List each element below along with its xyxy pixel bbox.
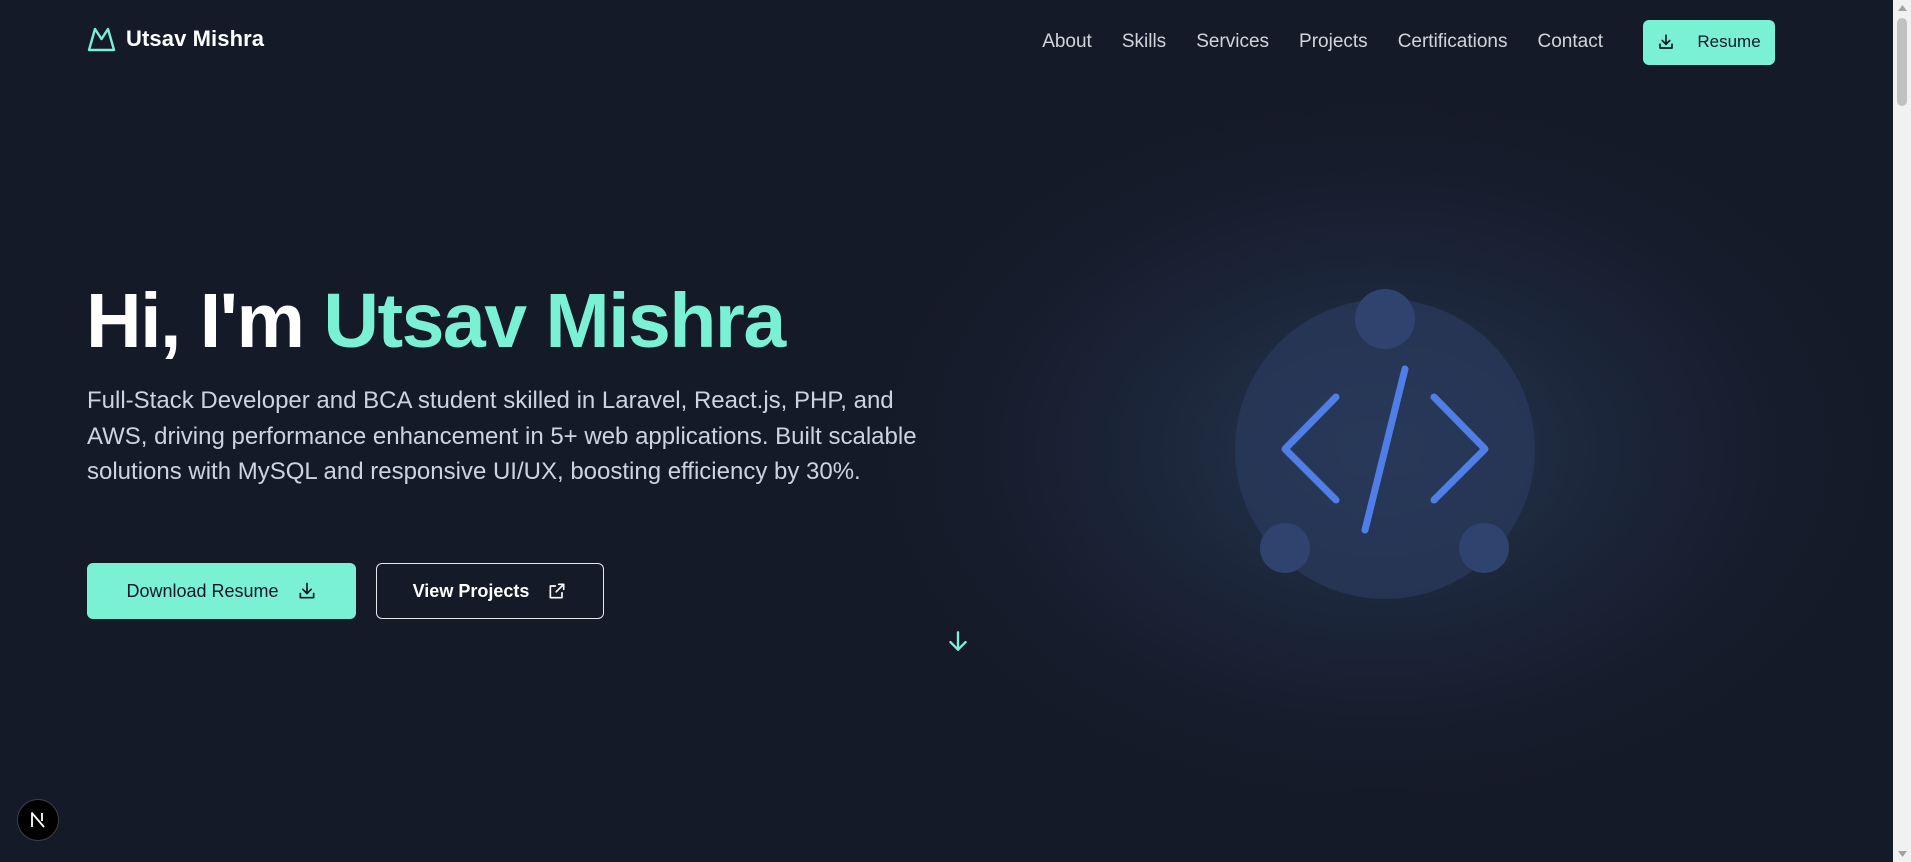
scroll-down-arrow[interactable] [945,628,971,659]
nav-link-skills[interactable]: Skills [1122,19,1166,65]
framework-badge[interactable] [17,799,59,841]
scroll-up-button[interactable] [1893,0,1911,16]
hero-name: Utsav Mishra [323,278,786,364]
nav-link-about[interactable]: About [1042,19,1092,65]
resume-button[interactable]: Resume [1643,19,1775,65]
nav-link-contact[interactable]: Contact [1538,19,1603,65]
external-link-icon [549,583,565,599]
brand-name: Utsav Mishra [126,26,265,51]
download-icon [1659,34,1674,49]
code-brackets-icon [1235,289,1535,599]
download-resume-button[interactable]: Download Resume [87,563,356,619]
page-scrollbar[interactable] [1893,0,1911,862]
scroll-down-button[interactable] [1893,846,1911,862]
hero-title: Hi, I'm Utsav Mishra [86,276,786,366]
arrow-down-icon [949,631,967,651]
triangle-down-icon [1897,851,1907,857]
view-projects-button[interactable]: View Projects [376,563,604,619]
code-illustration [1230,285,1540,610]
top-navigation: Utsav Mishra About Skills Services Proje… [0,0,1893,84]
nav-links: About Skills Services Projects Certifica… [1042,19,1775,65]
portfolio-page: Utsav Mishra About Skills Services Proje… [0,0,1893,862]
hero-description: Full-Stack Developer and BCA student ski… [87,387,917,485]
view-projects-label: View Projects [412,580,530,601]
hero-greeting: Hi, I'm [86,278,324,364]
resume-button-label: Resume [1697,32,1761,51]
download-icon [299,582,315,599]
nav-link-services[interactable]: Services [1196,19,1269,65]
nav-link-certifications[interactable]: Certifications [1398,19,1508,65]
triangle-up-icon [1897,5,1907,11]
download-resume-label: Download Resume [126,580,279,601]
brand-logo-link[interactable]: Utsav Mishra [87,26,264,52]
nav-link-projects[interactable]: Projects [1299,19,1368,65]
mountain-logo-icon [87,27,116,52]
scrollbar-thumb[interactable] [1897,18,1907,106]
n-logo-icon [31,812,45,828]
